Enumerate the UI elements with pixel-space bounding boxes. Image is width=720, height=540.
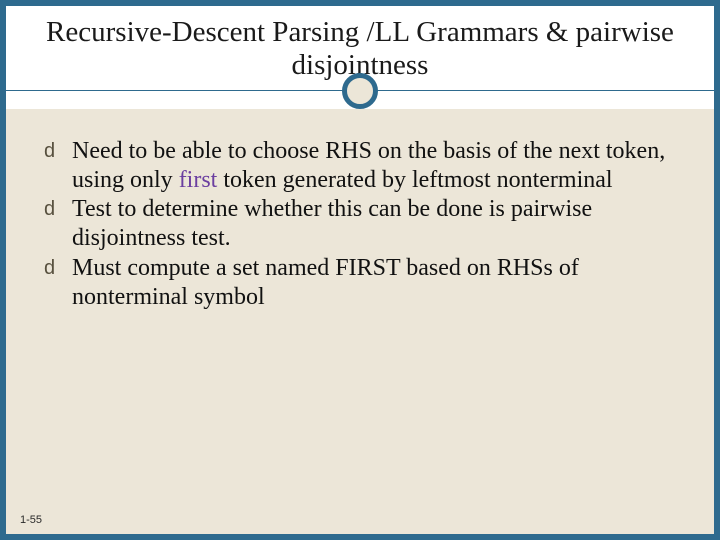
list-item: d Test to determine whether this can be … <box>48 195 676 254</box>
bullet-icon: d <box>44 197 55 221</box>
bullet-text-accent: first <box>179 167 218 193</box>
bullet-icon: d <box>44 139 55 163</box>
bullet-text-lead: Must compute a set named FIRST based on … <box>72 255 579 310</box>
title-area: Recursive-Descent Parsing /LL Grammars &… <box>6 6 714 109</box>
list-item: d Need to be able to choose RHS on the b… <box>48 137 676 196</box>
page-number: 1-55 <box>20 514 42 526</box>
bullet-text-tail: token generated by leftmost nonterminal <box>217 167 612 193</box>
list-item: d Must compute a set named FIRST based o… <box>48 254 676 313</box>
slide: Recursive-Descent Parsing /LL Grammars &… <box>0 0 720 540</box>
bullet-icon: d <box>44 256 55 280</box>
title-circle-icon <box>342 73 378 109</box>
bullet-text-lead: Test to determine whether this can be do… <box>72 196 592 251</box>
body-content: d Need to be able to choose RHS on the b… <box>6 109 714 323</box>
